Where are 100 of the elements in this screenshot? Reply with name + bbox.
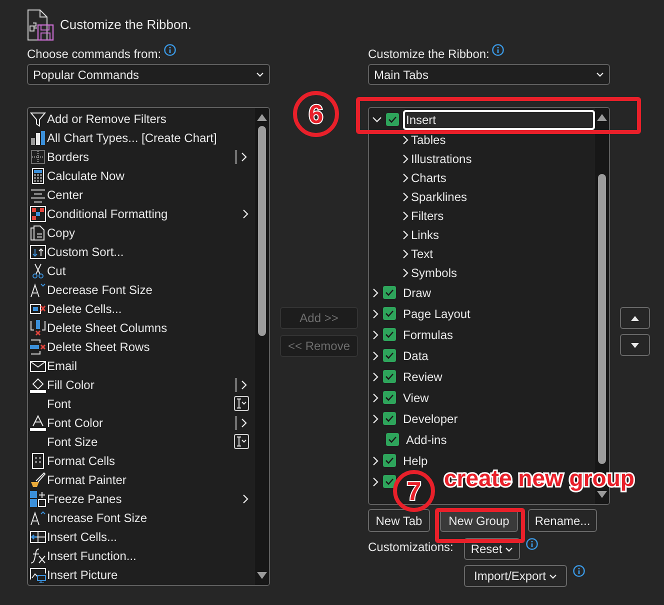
borders-icon bbox=[30, 148, 46, 164]
checkbox[interactable] bbox=[383, 454, 396, 467]
command-item[interactable]: Increase Font Size bbox=[28, 508, 255, 527]
combo-box-icon bbox=[234, 434, 249, 449]
step-number: 6 bbox=[293, 91, 339, 137]
command-item[interactable]: Add or Remove Filters bbox=[28, 109, 255, 128]
dropdown[interactable]: Popular Commands bbox=[27, 64, 270, 85]
checkbox[interactable] bbox=[386, 433, 399, 446]
tab-item[interactable]: Draw bbox=[400, 282, 436, 302]
tab-item[interactable]: Data bbox=[400, 346, 432, 366]
checkbox[interactable] bbox=[383, 412, 396, 425]
command-item[interactable]: All Chart Types... [Create Chart] bbox=[28, 128, 255, 147]
tab-item[interactable]: Page Layout bbox=[400, 304, 474, 324]
filter-icon bbox=[30, 110, 46, 126]
command-item[interactable]: Insert Picture bbox=[28, 565, 255, 584]
command-item[interactable]: Delete Cells... bbox=[28, 299, 255, 318]
info-icon bbox=[526, 538, 538, 550]
button[interactable]: Rename... bbox=[528, 509, 597, 532]
command-item[interactable]: Delete Sheet Columns bbox=[28, 318, 255, 337]
move-down-button[interactable] bbox=[620, 334, 650, 356]
document-icon bbox=[27, 8, 55, 40]
command-item[interactable]: Format Painter bbox=[28, 470, 255, 489]
align-center-icon bbox=[30, 186, 46, 202]
group-item[interactable]: Links bbox=[411, 226, 440, 244]
checkmark-icon bbox=[385, 415, 394, 422]
tab-item[interactable]: View bbox=[400, 388, 433, 408]
command-item[interactable]: Conditional Formatting bbox=[28, 204, 255, 223]
scrollbar-thumb[interactable] bbox=[258, 126, 266, 336]
command-item[interactable]: Email bbox=[28, 356, 255, 375]
checkbox[interactable] bbox=[383, 391, 396, 404]
bar-chart-icon bbox=[30, 130, 46, 146]
scissors-icon bbox=[30, 262, 46, 278]
checkmark-icon bbox=[385, 331, 394, 338]
format-cells-icon bbox=[30, 452, 46, 468]
tab-item[interactable]: Insert bbox=[403, 110, 595, 130]
scroll-up-icon bbox=[257, 114, 267, 121]
field-label: Customizations: bbox=[368, 539, 454, 556]
checkmark-icon bbox=[385, 373, 394, 380]
font-color-icon bbox=[30, 414, 46, 430]
command-item[interactable]: Font bbox=[28, 394, 255, 413]
group-item[interactable]: Tables bbox=[411, 130, 446, 148]
scroll-up-icon bbox=[597, 114, 607, 121]
tab-item[interactable]: Review bbox=[400, 366, 446, 386]
insert-cells-icon bbox=[30, 528, 46, 544]
group-item[interactable]: Sparklines bbox=[411, 188, 468, 206]
command-item[interactable]: Font Color bbox=[28, 413, 255, 432]
command-item[interactable]: Center bbox=[28, 185, 255, 204]
scrollbar[interactable] bbox=[255, 108, 269, 585]
command-item[interactable]: Decrease Font Size bbox=[28, 280, 255, 299]
checkmark-icon bbox=[385, 394, 394, 401]
chevron-right-icon bbox=[242, 208, 249, 218]
tab-item[interactable]: Formulas bbox=[400, 324, 458, 344]
checkbox[interactable] bbox=[383, 370, 396, 383]
calculator-icon bbox=[30, 168, 46, 184]
checkmark-icon bbox=[388, 436, 397, 443]
command-item[interactable]: Copy bbox=[28, 223, 255, 242]
checkbox[interactable] bbox=[383, 286, 396, 299]
button[interactable]: New Tab bbox=[368, 509, 430, 532]
command-item[interactable]: Cut bbox=[28, 261, 255, 280]
tab-item[interactable]: Help bbox=[400, 450, 432, 470]
triangle-up-icon bbox=[631, 316, 639, 320]
step-number: 7 bbox=[393, 470, 435, 512]
command-item[interactable]: Freeze Panes bbox=[28, 489, 255, 508]
paint-bucket-icon bbox=[30, 376, 46, 392]
checkbox[interactable] bbox=[383, 475, 396, 488]
tab-item[interactable]: Developer bbox=[400, 408, 462, 428]
group-item[interactable]: Text bbox=[411, 244, 434, 262]
checkbox[interactable] bbox=[386, 113, 399, 126]
reset-button[interactable]: Reset bbox=[464, 538, 520, 560]
checkmark-icon bbox=[385, 289, 394, 296]
caret-icon bbox=[505, 546, 514, 552]
function-icon bbox=[30, 548, 46, 564]
move-up-button[interactable] bbox=[620, 307, 650, 329]
tab-item[interactable]: Add-ins bbox=[403, 430, 451, 450]
command-item[interactable]: Font Size bbox=[28, 432, 255, 451]
paintbrush-icon bbox=[30, 472, 46, 488]
group-item[interactable]: Illustrations bbox=[411, 150, 472, 168]
checkmark-icon bbox=[385, 310, 394, 317]
checkbox[interactable] bbox=[383, 349, 396, 362]
command-item[interactable]: Fill Color bbox=[28, 375, 255, 394]
sort-icon bbox=[30, 244, 46, 260]
field-label: Choose commands from: bbox=[27, 46, 162, 63]
command-item[interactable]: Delete Sheet Rows bbox=[28, 337, 255, 356]
command-item[interactable]: Calculate Now bbox=[28, 166, 255, 185]
command-item[interactable]: Borders bbox=[28, 147, 255, 166]
checkbox[interactable] bbox=[383, 328, 396, 341]
checkbox[interactable] bbox=[383, 307, 396, 320]
dropdown[interactable]: Main Tabs bbox=[368, 64, 610, 85]
annotation-caption: create new group bbox=[444, 467, 634, 490]
group-item[interactable]: Symbols bbox=[411, 264, 458, 282]
import-export-button[interactable]: Import/Export bbox=[464, 565, 567, 587]
scrollbar-thumb[interactable] bbox=[598, 174, 606, 464]
command-item[interactable]: Custom Sort... bbox=[28, 242, 255, 261]
group-item[interactable]: Filters bbox=[411, 206, 444, 224]
copy-icon bbox=[30, 224, 46, 240]
group-item[interactable]: Charts bbox=[411, 168, 446, 186]
command-item[interactable]: Insert Function... bbox=[28, 546, 255, 565]
command-item[interactable]: Insert Cells... bbox=[28, 527, 255, 546]
caret-icon bbox=[549, 574, 558, 578]
command-item[interactable]: Format Cells bbox=[28, 451, 255, 470]
